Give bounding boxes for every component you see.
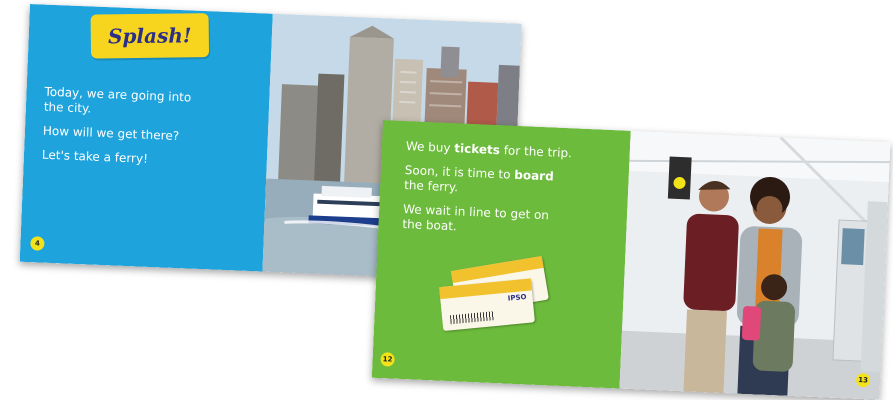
blue-text-page: Splash! Today, we are going into the cit… <box>19 4 273 272</box>
text-line-tickets: We buy tickets for the trip. <box>406 139 616 163</box>
text-line: Let's take a ferry! <box>41 147 149 166</box>
splash-title: Splash! <box>107 23 192 49</box>
bold-word-board: board <box>514 167 555 184</box>
family-at-kiosk-icon <box>619 130 891 400</box>
ticket-kiosk-photo: 13 <box>619 130 891 400</box>
page-number: 4 <box>30 236 45 251</box>
ticket-logo: IPSO <box>507 292 527 303</box>
green-text-page: We buy tickets for the trip. Soon, it is… <box>371 120 631 389</box>
book-spread-tickets: We buy tickets for the trip. Soon, it is… <box>371 120 891 400</box>
barcode-icon <box>449 311 495 325</box>
page-number: 12 <box>380 352 395 367</box>
bold-word-tickets: tickets <box>454 141 501 158</box>
splash-banner: Splash! <box>90 13 210 59</box>
text-segment: for the trip. <box>499 143 573 161</box>
text-line: How will we get there? <box>42 123 180 144</box>
ferry-ticket: IPSO <box>439 278 535 332</box>
text-segment: We buy <box>405 139 455 156</box>
